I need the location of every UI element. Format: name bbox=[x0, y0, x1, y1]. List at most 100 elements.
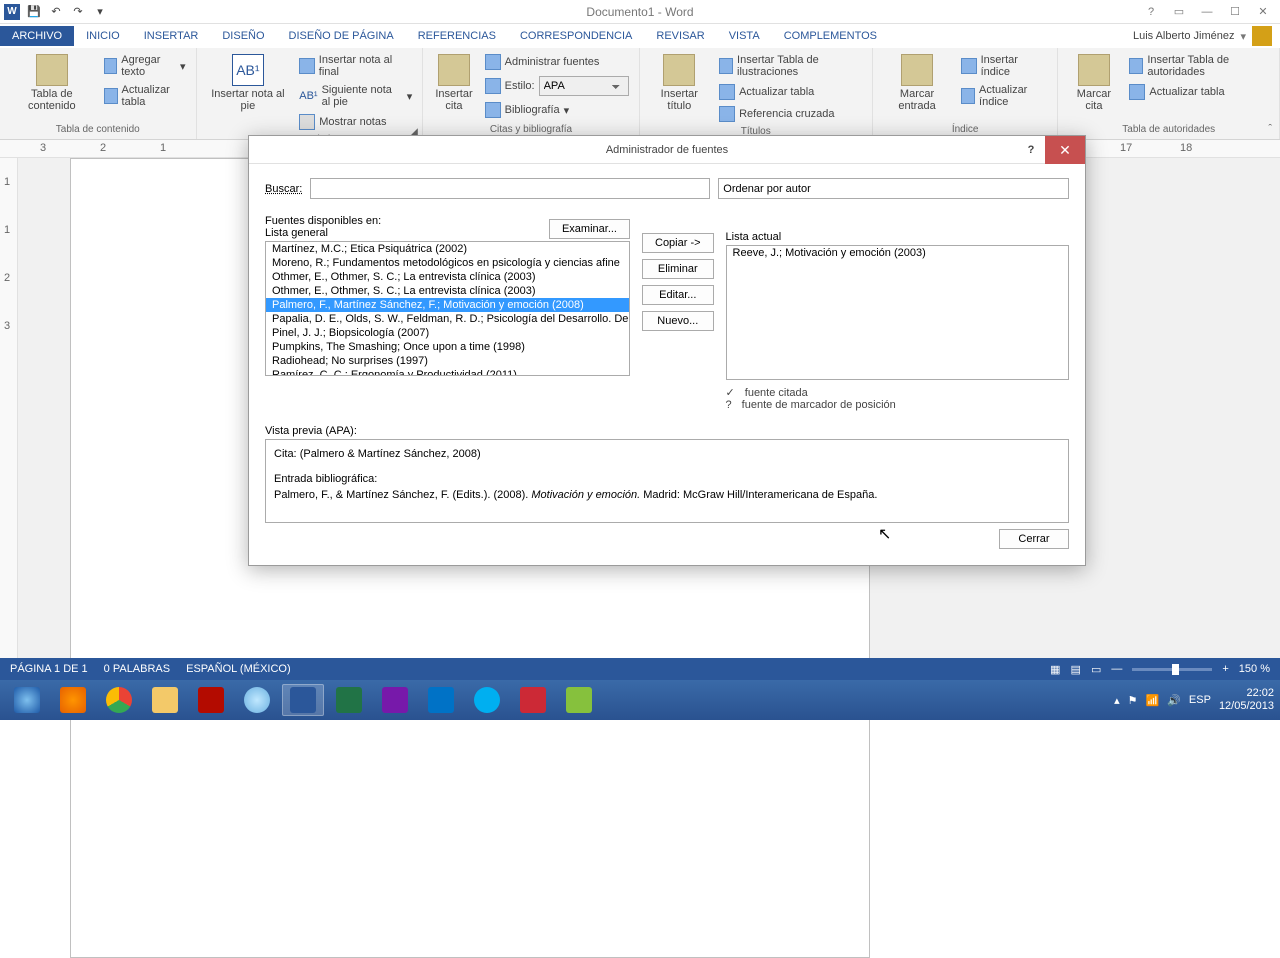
list-item[interactable]: Othmer, E., Othmer, S. C.; La entrevista… bbox=[266, 284, 629, 298]
task-chrome[interactable] bbox=[98, 684, 140, 716]
list-item[interactable]: Moreno, R.; Fundamentos metodológicos en… bbox=[266, 256, 629, 270]
update-table-illus[interactable]: Actualizar tabla bbox=[717, 82, 864, 102]
dialog-help-button[interactable]: ? bbox=[1017, 136, 1045, 164]
maximize-button[interactable]: ☐ bbox=[1222, 2, 1248, 22]
vertical-ruler[interactable]: 1123 bbox=[0, 158, 18, 658]
tray-network-icon[interactable]: 📶 bbox=[1146, 694, 1160, 707]
insert-endnote[interactable]: Insertar nota al final bbox=[297, 52, 414, 80]
tab-complementos[interactable]: COMPLEMENTOS bbox=[772, 26, 889, 46]
list-item[interactable]: Radiohead; No surprises (1997) bbox=[266, 354, 629, 368]
save-button[interactable]: 💾 bbox=[24, 2, 44, 22]
bibliography[interactable]: Bibliografía ▾ bbox=[483, 100, 631, 120]
preview-label: Vista previa (APA): bbox=[265, 425, 1069, 437]
toc-button[interactable]: Tabla de contenido bbox=[8, 52, 96, 114]
tab-insertar[interactable]: INSERTAR bbox=[132, 26, 211, 46]
task-word[interactable] bbox=[282, 684, 324, 716]
titlebar: W 💾 ↶ ↷ ▾ Documento1 - Word ? ▭ — ☐ ✕ bbox=[0, 0, 1280, 24]
user-area[interactable]: Luis Alberto Jiménez ▾ bbox=[1133, 26, 1280, 46]
group-toc-label: Tabla de contenido bbox=[8, 122, 188, 135]
next-footnote[interactable]: AB¹Siguiente nota al pie ▾ bbox=[297, 82, 414, 110]
tab-archivo[interactable]: ARCHIVO bbox=[0, 26, 74, 46]
close-button[interactable]: ✕ bbox=[1250, 2, 1276, 22]
zoom-in-button[interactable]: + bbox=[1222, 663, 1228, 675]
cross-reference[interactable]: Referencia cruzada bbox=[717, 104, 864, 124]
update-toa[interactable]: Actualizar tabla bbox=[1127, 82, 1271, 102]
tab-correspondencia[interactable]: CORRESPONDENCIA bbox=[508, 26, 644, 46]
delete-button[interactable]: Eliminar bbox=[642, 259, 714, 279]
sort-select[interactable]: Ordenar por autor bbox=[718, 178, 1069, 199]
insert-caption[interactable]: Insertar título bbox=[648, 52, 711, 114]
tab-diseno[interactable]: DISEÑO bbox=[210, 26, 276, 46]
update-index[interactable]: Actualizar índice bbox=[959, 82, 1049, 110]
task-onenote[interactable] bbox=[374, 684, 416, 716]
tab-vista[interactable]: VISTA bbox=[717, 26, 772, 46]
task-zotero[interactable] bbox=[512, 684, 554, 716]
list-item[interactable]: Papalia, D. E., Olds, S. W., Feldman, R.… bbox=[266, 312, 629, 326]
current-listbox[interactable]: Reeve, J.; Motivación y emoción (2003) bbox=[726, 245, 1069, 380]
list-item[interactable]: Pinel, J. J.; Biopsicología (2007) bbox=[266, 326, 629, 340]
task-ie[interactable] bbox=[6, 684, 48, 716]
status-words[interactable]: 0 PALABRAS bbox=[104, 663, 170, 675]
search-input[interactable] bbox=[310, 178, 710, 199]
view-read-icon[interactable]: ▦ bbox=[1050, 663, 1060, 676]
new-button[interactable]: Nuevo... bbox=[642, 311, 714, 331]
ribbon-options-button[interactable]: ▭ bbox=[1166, 2, 1192, 22]
citation-style[interactable]: Estilo: APA bbox=[483, 74, 631, 98]
collapse-ribbon-icon[interactable]: ˆ bbox=[1268, 123, 1272, 135]
list-item[interactable]: Martínez, M.C.; Etica Psiquátrica (2002) bbox=[266, 242, 629, 256]
undo-button[interactable]: ↶ bbox=[46, 2, 66, 22]
tray-flag-icon[interactable]: ⚑ bbox=[1128, 694, 1138, 707]
zoom-out-button[interactable]: — bbox=[1111, 663, 1122, 675]
view-web-icon[interactable]: ▭ bbox=[1091, 663, 1101, 676]
tray-clock[interactable]: 22:02 12/05/2013 bbox=[1219, 687, 1274, 713]
task-dreamweaver[interactable] bbox=[558, 684, 600, 716]
task-firefox[interactable] bbox=[52, 684, 94, 716]
copy-button[interactable]: Copiar -> bbox=[642, 233, 714, 253]
task-acrobat[interactable] bbox=[190, 684, 232, 716]
help-button[interactable]: ? bbox=[1138, 2, 1164, 22]
insert-citation[interactable]: Insertar cita bbox=[431, 52, 476, 114]
master-listbox[interactable]: Martínez, M.C.; Etica Psiquátrica (2002)… bbox=[265, 241, 630, 376]
tray-up-icon[interactable]: ▴ bbox=[1114, 694, 1120, 707]
mark-citation[interactable]: Marcar cita bbox=[1066, 52, 1121, 114]
tab-diseno-pagina[interactable]: DISEÑO DE PÁGINA bbox=[277, 26, 406, 46]
task-outlook[interactable] bbox=[420, 684, 462, 716]
edit-button[interactable]: Editar... bbox=[642, 285, 714, 305]
status-page[interactable]: PÁGINA 1 DE 1 bbox=[10, 663, 88, 675]
tray-sound-icon[interactable]: 🔊 bbox=[1167, 694, 1181, 707]
style-select[interactable]: APA bbox=[539, 76, 629, 96]
task-itunes[interactable] bbox=[236, 684, 278, 716]
tab-revisar[interactable]: REVISAR bbox=[644, 26, 716, 46]
insert-toa[interactable]: Insertar Tabla de autoridades bbox=[1127, 52, 1271, 80]
minimize-button[interactable]: — bbox=[1194, 2, 1220, 22]
mark-entry[interactable]: Marcar entrada bbox=[881, 52, 953, 114]
insert-index[interactable]: Insertar índice bbox=[959, 52, 1049, 80]
insert-table-illustrations[interactable]: Insertar Tabla de ilustraciones bbox=[717, 52, 864, 80]
show-notes[interactable]: Mostrar notas bbox=[297, 112, 414, 132]
redo-button[interactable]: ↷ bbox=[68, 2, 88, 22]
task-excel[interactable] bbox=[328, 684, 370, 716]
tray-lang[interactable]: ESP bbox=[1189, 694, 1211, 706]
toc-add-text[interactable]: Agregar texto ▾ bbox=[102, 52, 188, 80]
qat-customize[interactable]: ▾ bbox=[90, 2, 110, 22]
view-print-icon[interactable]: ▤ bbox=[1071, 663, 1081, 676]
tab-inicio[interactable]: INICIO bbox=[74, 26, 132, 46]
list-item[interactable]: Pumpkins, The Smashing; Once upon a time… bbox=[266, 340, 629, 354]
list-item[interactable]: Ramírez, C. C.; Ergonomía y Productivida… bbox=[266, 368, 629, 376]
zoom-slider[interactable] bbox=[1132, 668, 1212, 671]
zoom-level[interactable]: 150 % bbox=[1239, 663, 1270, 675]
browse-button[interactable]: Examinar... bbox=[549, 219, 630, 239]
dialog-close-button[interactable]: ✕ bbox=[1045, 136, 1085, 164]
close-dialog-button[interactable]: Cerrar bbox=[999, 529, 1069, 549]
tab-referencias[interactable]: REFERENCIAS bbox=[406, 26, 508, 46]
manage-sources[interactable]: Administrar fuentes bbox=[483, 52, 631, 72]
status-lang[interactable]: ESPAÑOL (MÉXICO) bbox=[186, 663, 291, 675]
task-explorer[interactable] bbox=[144, 684, 186, 716]
list-item[interactable]: Reeve, J.; Motivación y emoción (2003) bbox=[727, 246, 1068, 260]
task-skype[interactable] bbox=[466, 684, 508, 716]
list-item[interactable]: Othmer, E., Othmer, S. C.; La entrevista… bbox=[266, 270, 629, 284]
toc-update[interactable]: Actualizar tabla bbox=[102, 82, 188, 110]
list-item[interactable]: Palmero, F., Martínez Sánchez, F.; Motiv… bbox=[266, 298, 629, 312]
dialog-titlebar[interactable]: Administrador de fuentes ? ✕ bbox=[249, 136, 1085, 164]
insert-footnote[interactable]: AB¹Insertar nota al pie bbox=[205, 52, 292, 114]
